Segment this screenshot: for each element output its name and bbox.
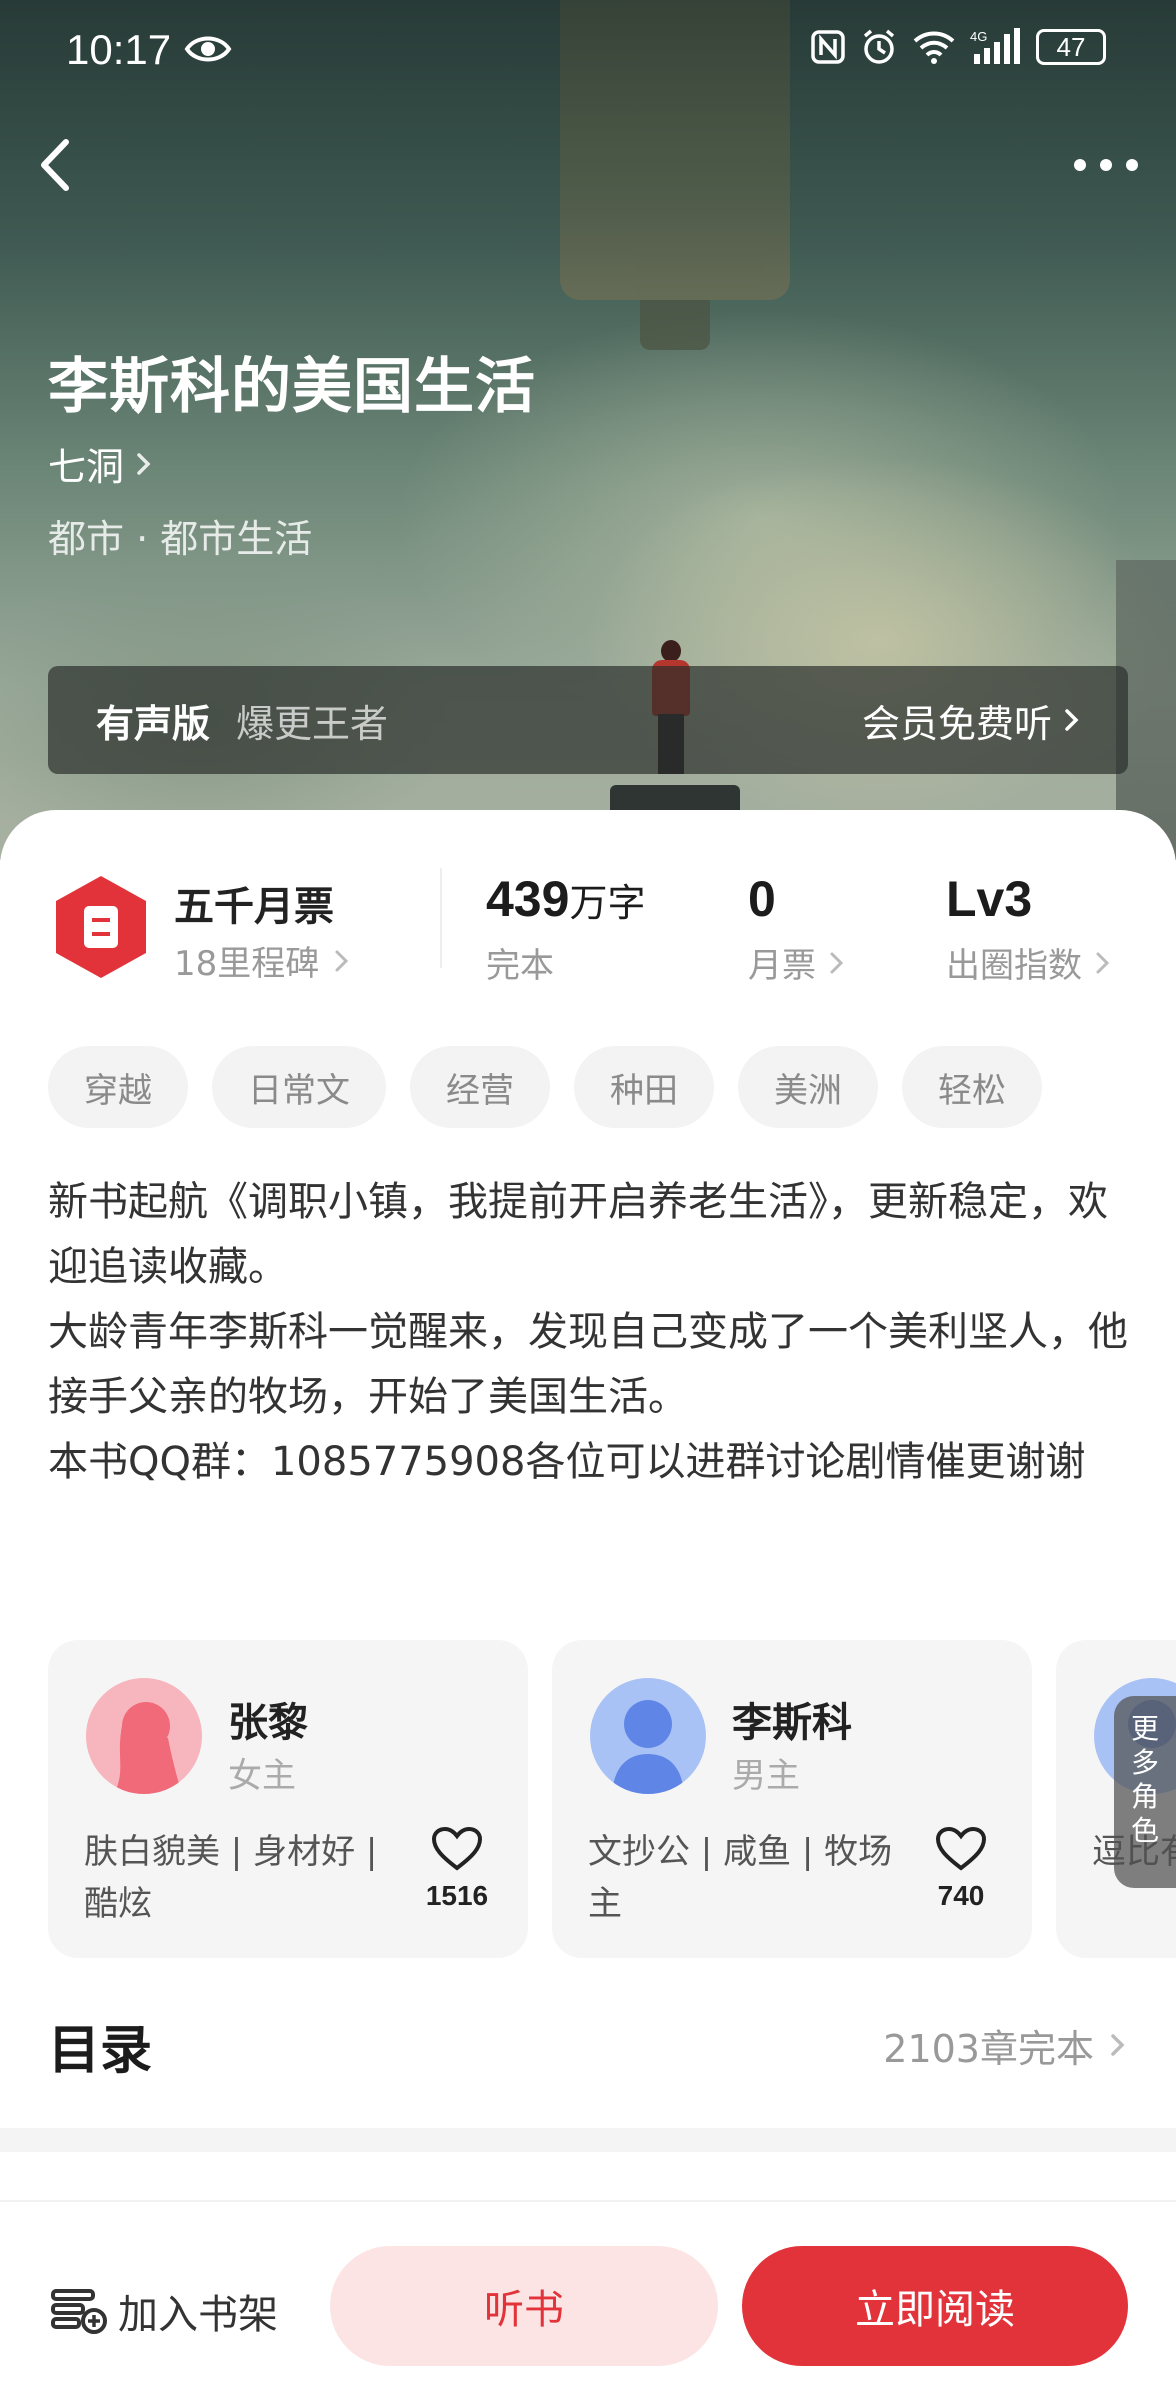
character-traits: 文抄公 | 咸鱼 | 牧场主 bbox=[588, 1832, 893, 1924]
hero-cover-background: 10:17 4G 47 李斯科的美国生活 七洞 都市 · 都市生活 有声版 爆更… bbox=[0, 0, 1176, 860]
character-role: 男主 bbox=[732, 1756, 800, 1796]
more-icon[interactable] bbox=[1066, 140, 1146, 190]
ticket-milestone-sub: 18里程碑 bbox=[174, 944, 320, 984]
monthly-votes-value: 0 bbox=[748, 871, 776, 927]
listen-button[interactable]: 听书 bbox=[330, 2246, 718, 2366]
word-count-label: 完本 bbox=[486, 946, 554, 986]
author-name: 七洞 bbox=[48, 445, 125, 489]
character-like-button[interactable]: 740 bbox=[926, 1826, 996, 1912]
tag-list: 穿越 日常文 经营 种田 美洲 轻松 bbox=[48, 1046, 1042, 1128]
influence-level-value: Lv3 bbox=[946, 871, 1033, 927]
tag-chip[interactable]: 穿越 bbox=[48, 1046, 188, 1128]
tag-chip[interactable]: 美洲 bbox=[738, 1046, 878, 1128]
influence-index-link[interactable]: 出圈指数 bbox=[946, 938, 1112, 987]
more-characters-button[interactable]: 更多角色 bbox=[1114, 1696, 1176, 1888]
character-role: 女主 bbox=[228, 1756, 296, 1796]
character-traits: 肤白貌美 | 身材好 | 酷炫 bbox=[84, 1832, 378, 1924]
ticket-milestone-title[interactable]: 五千月票 bbox=[174, 874, 334, 932]
read-now-button[interactable]: 立即阅读 bbox=[742, 2246, 1128, 2366]
ticket-icon[interactable] bbox=[52, 874, 150, 980]
back-icon[interactable] bbox=[26, 130, 86, 200]
character-like-count: 740 bbox=[937, 1880, 985, 1911]
character-like-count: 1516 bbox=[425, 1880, 489, 1911]
audio-version-banner[interactable]: 有声版 爆更王者 会员免费听 bbox=[48, 666, 1128, 774]
character-name: 张黎 bbox=[228, 1700, 308, 1746]
book-intro[interactable]: 新书起航《调职小镇，我提前开启养老生活》，更新稳定，欢迎追读收藏。 大龄青年李斯… bbox=[48, 1170, 1138, 1495]
tag-chip[interactable]: 日常文 bbox=[212, 1046, 386, 1128]
author-link[interactable]: 七洞 bbox=[48, 436, 154, 491]
book-detail-page: 10:17 4G 47 李斯科的美国生活 七洞 都市 · 都市生活 有声版 爆更… bbox=[0, 0, 1176, 2400]
character-like-button[interactable]: 1516 bbox=[422, 1826, 492, 1912]
word-count-value: 439万字 bbox=[486, 871, 646, 927]
book-genre: 都市 · 都市生活 bbox=[48, 517, 313, 561]
svg-text:4G: 4G bbox=[970, 29, 987, 44]
add-to-shelf-label: 加入书架 bbox=[118, 2292, 278, 2338]
book-title: 李斯科的美国生活 bbox=[48, 352, 536, 422]
section-divider bbox=[0, 2128, 1176, 2152]
battery-indicator: 47 bbox=[1036, 29, 1106, 65]
tag-chip[interactable]: 轻松 bbox=[902, 1046, 1042, 1128]
tag-chip[interactable]: 种田 bbox=[574, 1046, 714, 1128]
status-time: 10:17 bbox=[66, 26, 172, 73]
audio-cta-label: 会员免费听 bbox=[861, 701, 1052, 746]
chevron-right-icon bbox=[137, 452, 151, 475]
character-card[interactable]: 李斯科 男主 文抄公 | 咸鱼 | 牧场主 740 bbox=[552, 1640, 1032, 1958]
chevron-right-icon bbox=[1065, 709, 1079, 731]
intro-paragraph: 大龄青年李斯科一觉醒来，发现自己变成了一个美利坚人，他接手父亲的牧场，开始了美国… bbox=[48, 1309, 1128, 1420]
character-carousel: 张黎 女主 肤白貌美 | 身材好 | 酷炫 1516 李斯科 男主 文抄公 | … bbox=[48, 1640, 1176, 1960]
ticket-milestone-link[interactable]: 18里程碑 bbox=[174, 936, 351, 985]
alarm-icon bbox=[863, 29, 895, 64]
audio-free-listen-link[interactable]: 会员免费听 bbox=[862, 693, 1082, 748]
intro-paragraph: 新书起航《调职小镇，我提前开启养老生活》，更新稳定，欢迎追读收藏。 bbox=[48, 1179, 1108, 1290]
audio-subtitle: 爆更王者 bbox=[236, 701, 389, 746]
chevron-right-icon bbox=[335, 950, 349, 971]
character-avatar bbox=[86, 1678, 202, 1794]
catalog-row[interactable]: 目录 2103章完本 bbox=[48, 2000, 1128, 2090]
audio-label: 有声版 bbox=[96, 701, 211, 746]
add-to-shelf-button[interactable]: 加入书架 bbox=[50, 2282, 278, 2340]
catalog-title: 目录 bbox=[48, 2020, 153, 2081]
heart-icon bbox=[431, 1826, 483, 1871]
bottom-action-bar: 加入书架 听书 立即阅读 bbox=[0, 2200, 1176, 2400]
bookshelf-add-icon bbox=[51, 2289, 107, 2334]
chevron-right-icon bbox=[830, 952, 844, 973]
character-avatar bbox=[590, 1678, 706, 1794]
character-name: 李斯科 bbox=[732, 1700, 852, 1746]
nfc-icon bbox=[811, 30, 845, 64]
more-characters-label: 更多角色 bbox=[1130, 1712, 1159, 1847]
eye-icon bbox=[184, 36, 232, 62]
monthly-votes-link[interactable]: 月票 bbox=[748, 938, 846, 987]
status-icons: 4G 47 bbox=[810, 28, 1106, 66]
chevron-right-icon bbox=[1111, 2034, 1125, 2056]
wifi-icon bbox=[913, 31, 955, 64]
book-info-card: 五千月票 18里程碑 439万字 完本 0 月票 Lv3 出圈指数 穿越 日常文… bbox=[0, 810, 1176, 2400]
intro-paragraph: 本书QQ群：1085775908各位可以进群讨论剧情催更谢谢 bbox=[48, 1439, 1086, 1485]
tag-chip[interactable]: 经营 bbox=[410, 1046, 550, 1128]
catalog-info: 2103章完本 bbox=[883, 2018, 1128, 2073]
chevron-right-icon bbox=[1096, 952, 1110, 973]
signal-icon: 4G bbox=[970, 28, 1020, 64]
stats-row: 五千月票 18里程碑 439万字 完本 0 月票 Lv3 出圈指数 bbox=[0, 810, 1176, 990]
character-card[interactable]: 张黎 女主 肤白貌美 | 身材好 | 酷炫 1516 bbox=[48, 1640, 528, 1958]
stats-divider bbox=[440, 868, 442, 968]
heart-icon bbox=[935, 1826, 987, 1871]
status-bar: 10:17 4G 47 bbox=[0, 0, 1176, 100]
